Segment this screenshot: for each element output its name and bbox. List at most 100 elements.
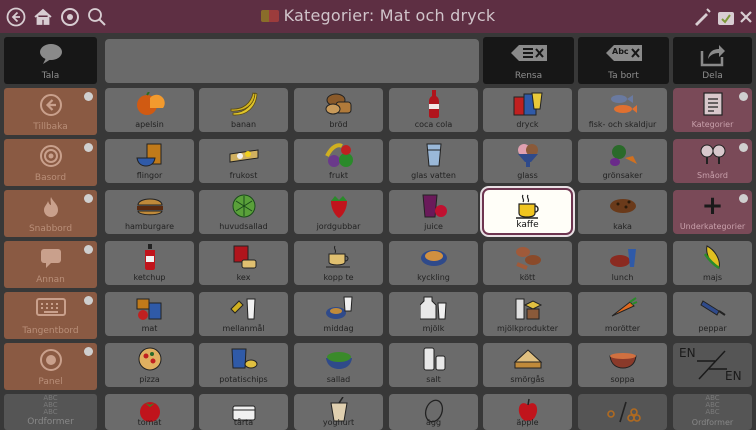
grid-cell-kex[interactable]: kex: [199, 241, 288, 285]
water-glass-icon: [389, 142, 478, 168]
tea-cup-icon: [294, 244, 383, 270]
grid-cell-yoghurt[interactable]: yoghurt: [294, 394, 383, 430]
side-basord-button[interactable]: Basord: [4, 139, 97, 186]
grid-cell-gronsaker[interactable]: grönsaker: [578, 139, 667, 183]
grid-cell-fraction[interactable]: [578, 394, 667, 430]
grid-cell-kopp-te[interactable]: kopp te: [294, 241, 383, 285]
close-icon[interactable]: [736, 5, 756, 29]
language-switch-button[interactable]: EN EN: [673, 343, 752, 387]
grid-cell-dryck[interactable]: dryck: [483, 88, 572, 132]
plus-symbol: +: [701, 191, 724, 221]
grid-cell-mjolk[interactable]: mjölk: [389, 292, 478, 336]
grid-cell-peppar[interactable]: peppar: [673, 292, 752, 336]
grid-cell-pizza[interactable]: pizza: [105, 343, 194, 387]
lock-icon[interactable]: [714, 5, 738, 29]
grid-cell-soppa[interactable]: soppa: [578, 343, 667, 387]
grid-cell-mat[interactable]: mat: [105, 292, 194, 336]
breakfast-icon: [199, 142, 288, 168]
delete-button[interactable]: Abc Ta bort: [578, 37, 669, 84]
side-back-button[interactable]: Tillbaka: [4, 88, 97, 135]
indicator-dot: [739, 143, 748, 152]
language-to-text: EN: [725, 369, 742, 383]
language-switch-icon: EN EN: [673, 343, 752, 387]
grid-cell-jordgubbar[interactable]: jordgubbar: [294, 190, 383, 234]
grid-cell-potatischips[interactable]: potatischips: [199, 343, 288, 387]
grid-cell-sallad[interactable]: sallad: [294, 343, 383, 387]
grid-cell-label: äpple: [516, 418, 539, 427]
side-ordformer-button[interactable]: ABC ABC ABC Ordformer: [4, 394, 97, 430]
side-panel-button[interactable]: Panel: [4, 343, 97, 390]
grid-cell-hamburgare[interactable]: hamburgare: [105, 190, 194, 234]
language-from-text: EN: [679, 346, 696, 360]
grid-cell-tomat[interactable]: tomat: [105, 394, 194, 430]
orange-icon: [105, 91, 194, 117]
grid-cell-label: banan: [230, 120, 257, 129]
soup-icon: [578, 346, 667, 372]
grid-cell-label: mellanmål: [222, 324, 265, 333]
grid-cell-tarta[interactable]: tårta: [199, 394, 288, 430]
grid-cell-frukt[interactable]: frukt: [294, 139, 383, 183]
grid-cell-apple[interactable]: äpple: [483, 394, 572, 430]
grid-cell-salt[interactable]: salt: [389, 343, 478, 387]
grid-cell-frukost[interactable]: frukost: [199, 139, 288, 183]
grid-cell-mellanmal[interactable]: mellanmål: [199, 292, 288, 336]
salt-icon: [389, 346, 478, 372]
fraction-icon: [578, 399, 667, 425]
grid-cell-banan[interactable]: banan: [199, 88, 288, 132]
grid-cell-kyckling[interactable]: kyckling: [389, 241, 478, 285]
categories-button[interactable]: Kategorier: [673, 88, 752, 132]
subcategories-button[interactable]: + Underkategorier: [673, 190, 752, 234]
grid-cell-kott[interactable]: kött: [483, 241, 572, 285]
share-icon: [673, 43, 752, 67]
grid-cell-juice[interactable]: juice: [389, 190, 478, 234]
backspace-icon-text: Abc: [612, 47, 629, 56]
clear-button[interactable]: Rensa: [483, 37, 574, 84]
side-keyboard-button[interactable]: Tangentbord: [4, 292, 97, 339]
side-snabbord-button[interactable]: Snabbord: [4, 190, 97, 237]
grid-cell-label: hamburgare: [124, 222, 175, 231]
speak-button[interactable]: Tala: [4, 37, 97, 84]
speak-button-label: Tala: [41, 71, 60, 81]
grid-cell-mjolkprodukter[interactable]: mjölkprodukter: [483, 292, 572, 336]
drinks-icon: [483, 91, 572, 117]
grid-cell-label: mat: [141, 324, 158, 333]
grid-cell-middag[interactable]: middag: [294, 292, 383, 336]
grid-cell-huvudsallad[interactable]: huvudsallad: [199, 190, 288, 234]
grid-cell-label: kaffe: [516, 220, 539, 230]
grid-cell-agg[interactable]: ägg: [389, 394, 478, 430]
chicken-icon: [389, 244, 478, 270]
ordformer-label: Ordformer: [691, 418, 734, 427]
side-annan-button[interactable]: Annan: [4, 241, 97, 288]
grid-cell-morotter[interactable]: morötter: [578, 292, 667, 336]
edit-icon[interactable]: [690, 5, 714, 29]
meat-icon: [483, 244, 572, 270]
side-back-label: Tillbaka: [33, 122, 68, 132]
grid-cell-glass[interactable]: glass: [483, 139, 572, 183]
message-bar[interactable]: [105, 39, 479, 83]
grid-cell-coca-cola[interactable]: coca cola: [389, 88, 478, 132]
smaord-button[interactable]: Småord: [673, 139, 752, 183]
grid-cell-apelsin[interactable]: apelsin: [105, 88, 194, 132]
grid-cell-fisk-och-skaldjur[interactable]: fisk- och skaldjur: [578, 88, 667, 132]
indicator-dot: [739, 194, 748, 203]
grid-cell-flingor[interactable]: flingor: [105, 139, 194, 183]
grid-cell-majs[interactable]: majs: [673, 241, 752, 285]
grid-cell-glas-vatten[interactable]: glas vatten: [389, 139, 478, 183]
abc-icon-line: ABC: [43, 408, 58, 416]
grid-cell-label: flingor: [136, 171, 163, 180]
grid-cell-brod[interactable]: bröd: [294, 88, 383, 132]
grid-cell-lunch[interactable]: lunch: [578, 241, 667, 285]
share-button[interactable]: Dela: [673, 37, 752, 84]
indicator-dot: [84, 296, 93, 305]
clear-all-icon: [483, 43, 574, 63]
grid-cell-label: mjölkprodukter: [497, 324, 558, 333]
grid-cell-label: coca cola: [414, 120, 453, 129]
grid-cell-label: morötter: [604, 324, 641, 333]
grid-cell-label: kex: [236, 273, 251, 282]
sandwich-icon: [483, 346, 572, 372]
grid-cell-smorgas[interactable]: smörgås: [483, 343, 572, 387]
grid-cell-kaffe[interactable]: kaffe: [482, 188, 573, 235]
grid-cell-ketchup[interactable]: ketchup: [105, 241, 194, 285]
grid-cell-kaka[interactable]: kaka: [578, 190, 667, 234]
ordformer-button[interactable]: ABC ABC ABC Ordformer: [673, 394, 752, 430]
